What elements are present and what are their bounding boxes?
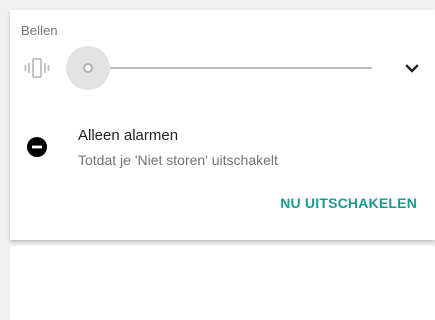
slider-thumb[interactable] <box>83 63 93 73</box>
dnd-title: Alleen alarmen <box>78 127 179 144</box>
slider-track[interactable] <box>93 67 372 69</box>
expand-button[interactable] <box>401 59 423 79</box>
volume-stream-label: Bellen <box>21 23 58 38</box>
vibrate-icon[interactable] <box>24 57 50 79</box>
background-area <box>10 246 435 320</box>
do-not-disturb-icon <box>27 137 47 157</box>
chevron-down-icon <box>405 64 419 73</box>
turn-off-now-button[interactable]: NU UITSCHAKELEN <box>280 195 417 211</box>
volume-slider[interactable] <box>66 46 372 90</box>
dnd-subtitle: Totdat je 'Niet storen' uitschakelt <box>78 152 278 168</box>
